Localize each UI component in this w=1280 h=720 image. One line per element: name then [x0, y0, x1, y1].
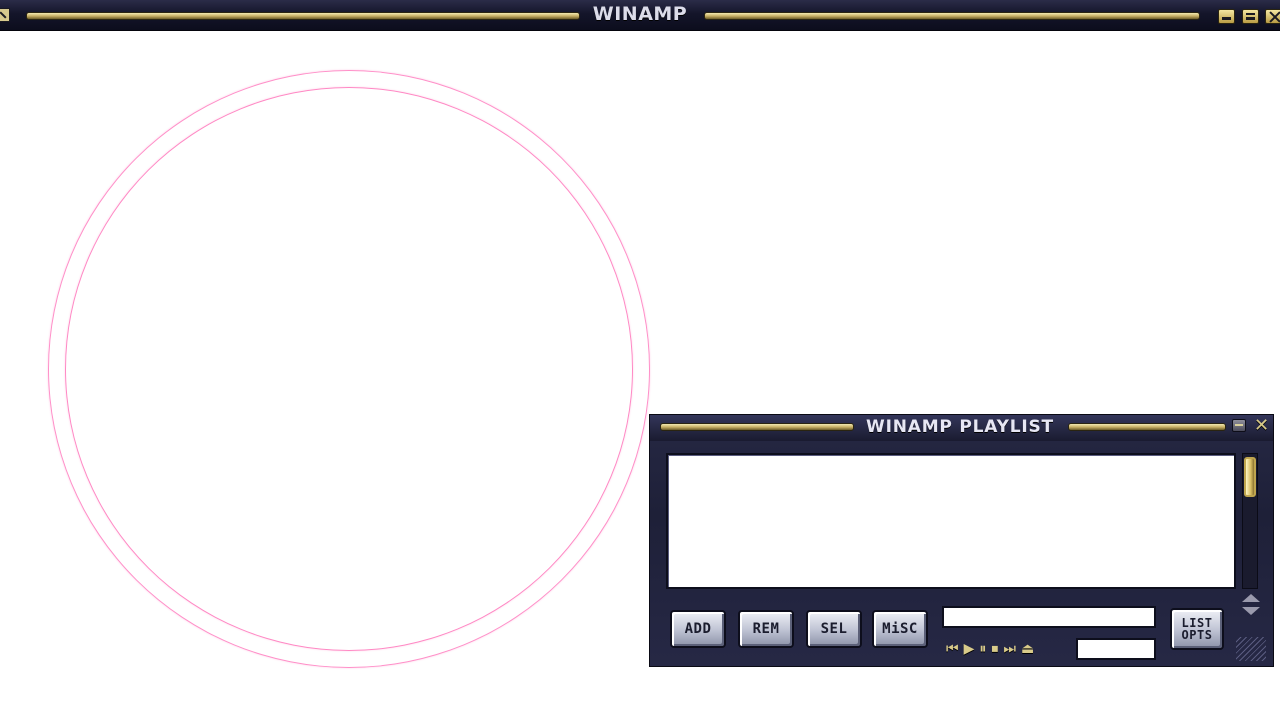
scroll-up-arrow-icon[interactable] — [1242, 594, 1260, 602]
eject-icon[interactable]: ⏏ — [1021, 642, 1034, 656]
playlist-track-list[interactable] — [666, 453, 1236, 589]
next-track-icon[interactable]: ⏭ — [1003, 642, 1016, 656]
playlist-window: WINAMP PLAYLIST ✕ ADD REM SEL MiSC ⏮ ▶ ⏸… — [649, 414, 1274, 667]
play-icon[interactable]: ▶ — [964, 642, 975, 656]
playlist-time-display — [1076, 638, 1156, 660]
minimize-icon[interactable] — [1218, 9, 1235, 24]
playlist-shade-icon[interactable] — [1232, 419, 1246, 432]
list-options-line2: OPTS — [1181, 628, 1213, 642]
resize-grip-icon[interactable] — [1236, 637, 1266, 661]
playlist-title: WINAMP PLAYLIST — [866, 417, 1054, 437]
ring-graphic — [48, 70, 650, 668]
playlist-rail-right — [1068, 423, 1226, 431]
pause-icon[interactable]: ⏸ — [979, 642, 986, 656]
shade-icon[interactable] — [1242, 9, 1259, 24]
playlist-titlebar[interactable]: WINAMP PLAYLIST ✕ — [650, 415, 1273, 441]
playlist-rail-left — [660, 423, 854, 431]
main-window-title: WINAMP — [592, 3, 688, 25]
close-icon[interactable] — [1265, 9, 1280, 24]
select-button[interactable]: SEL — [806, 610, 862, 648]
stop-icon[interactable]: ⏹ — [991, 642, 998, 656]
playlist-info-display — [942, 606, 1156, 628]
titlebar-rail-right — [704, 12, 1200, 20]
playlist-scroll-thumb[interactable] — [1244, 457, 1256, 497]
scroll-down-arrow-icon[interactable] — [1242, 607, 1260, 615]
misc-button[interactable]: MiSC — [872, 610, 928, 648]
mini-transport-controls: ⏮ ▶ ⏸ ⏹ ⏭ ⏏ — [946, 640, 1034, 658]
remove-button[interactable]: REM — [738, 610, 794, 648]
titlebar-rail-left — [26, 12, 580, 20]
menu-icon[interactable] — [0, 8, 10, 22]
previous-track-icon[interactable]: ⏮ — [946, 642, 959, 656]
main-titlebar[interactable]: WINAMP — [0, 0, 1280, 31]
list-options-button[interactable]: LIST OPTS — [1170, 608, 1224, 650]
add-button[interactable]: ADD — [670, 610, 726, 648]
playlist-close-icon[interactable]: ✕ — [1254, 417, 1269, 435]
